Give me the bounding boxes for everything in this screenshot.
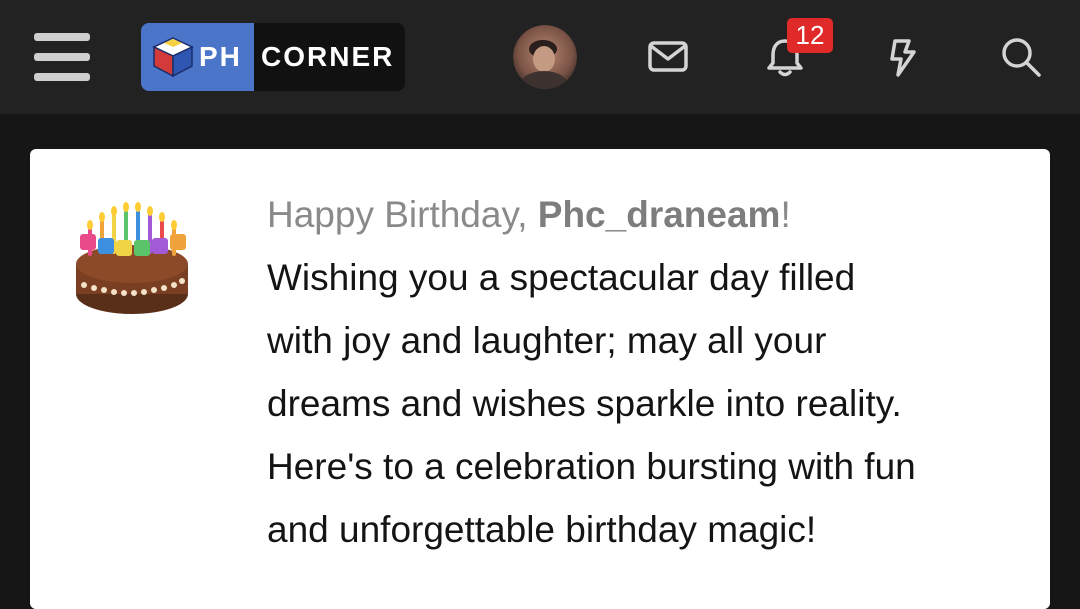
birthday-message-card: Happy Birthday, Phc_draneam! Wishing you…: [30, 149, 1050, 609]
greeting-prefix: Happy Birthday,: [267, 194, 538, 235]
logo-ph-text: PH: [199, 41, 242, 72]
message-line: with joy and laughter; may all your: [267, 320, 827, 361]
birthday-username: Phc_draneam: [537, 194, 781, 235]
logo-ph-section: PH: [141, 23, 254, 91]
logo-corner-text: CORNER: [261, 41, 395, 72]
birthday-greeting: Happy Birthday, Phc_draneam!: [267, 183, 1037, 246]
avatar-image: [513, 25, 577, 89]
hamburger-menu-icon[interactable]: [34, 33, 90, 81]
birthday-cake-icon: [76, 202, 188, 314]
message-line: Here's to a celebration bursting with fu…: [267, 446, 916, 487]
user-avatar[interactable]: [513, 25, 577, 89]
greeting-suffix: !: [780, 194, 791, 235]
notification-count-badge: 12: [787, 18, 833, 53]
cube-logo-icon: [152, 37, 194, 78]
lightning-bolt-icon[interactable]: [878, 32, 928, 82]
top-navigation-bar: PH CORNER 12: [0, 0, 1080, 114]
birthday-message: Happy Birthday, Phc_draneam! Wishing you…: [267, 183, 1037, 561]
message-line: dreams and wishes sparkle into reality.: [267, 383, 902, 424]
logo-corner-section: CORNER: [254, 23, 405, 91]
message-line: and unforgettable birthday magic!: [267, 509, 817, 550]
search-icon[interactable]: [996, 32, 1046, 82]
envelope-icon[interactable]: [643, 32, 693, 82]
message-line: Wishing you a spectacular day filled: [267, 257, 856, 298]
site-logo[interactable]: PH CORNER: [141, 23, 405, 91]
